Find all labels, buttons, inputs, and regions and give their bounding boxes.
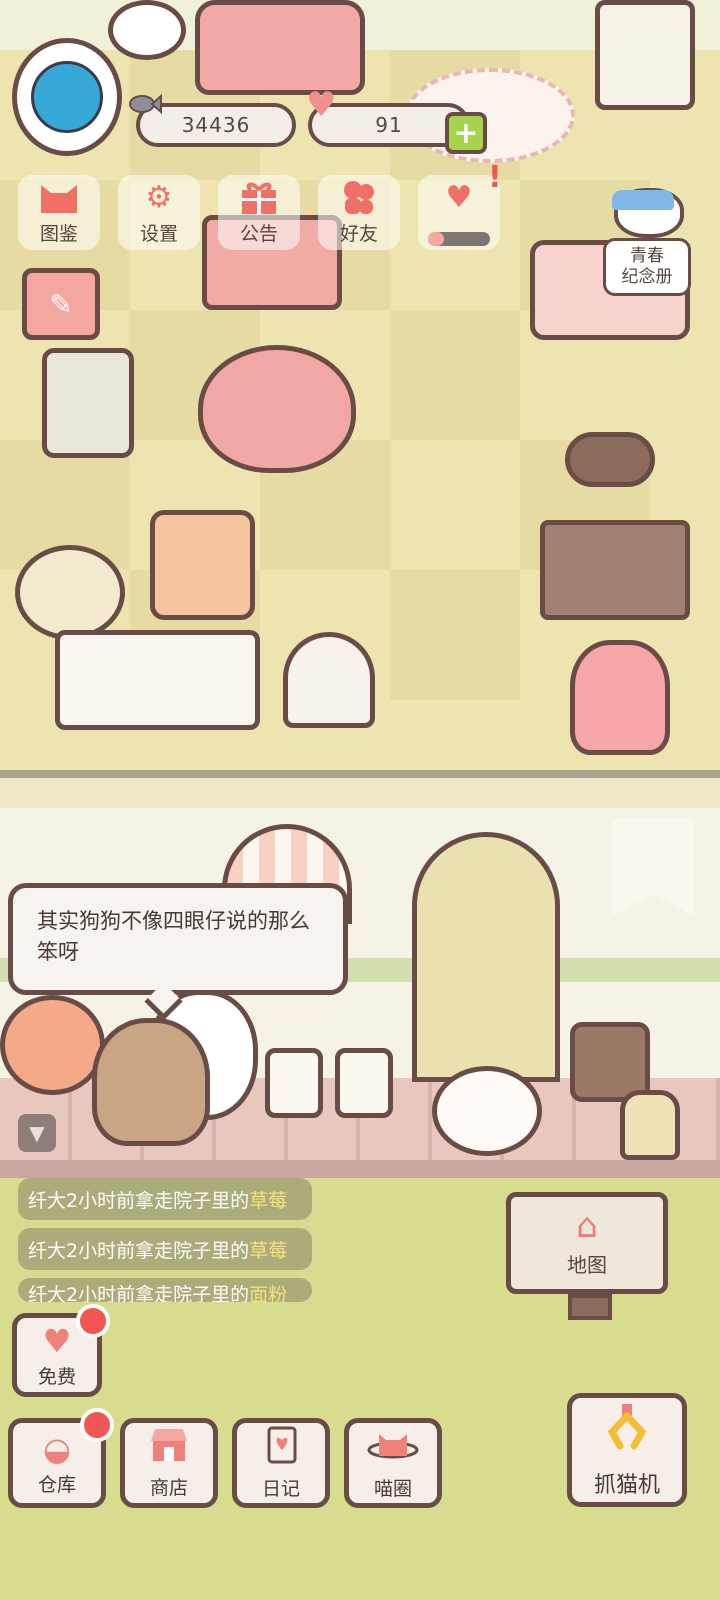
memorial-book-button[interactable]: 青春 纪念册: [603, 238, 691, 296]
player-avatar[interactable]: [12, 38, 122, 156]
flower-basket[interactable]: [15, 545, 125, 640]
room-divider: [0, 770, 720, 778]
floor-tile: [390, 310, 520, 440]
dialogue-text: 其实狗狗不像四眼仔说的那么笨呀: [37, 909, 310, 964]
friends-icon: [336, 177, 382, 217]
paw-doormat[interactable]: [432, 1066, 542, 1156]
orange-flowers[interactable]: [0, 995, 105, 1095]
announcement-label: 公告: [239, 223, 278, 245]
bean-bag[interactable]: [198, 345, 356, 473]
pencil-icon: ✎: [49, 287, 73, 321]
dialogue-bubble[interactable]: 其实狗狗不像四眼仔说的那么笨呀: [8, 883, 348, 995]
dessert-table[interactable]: [55, 630, 260, 730]
activity-log-item: 纤大2小时前拿走院子里的 草莓: [18, 1178, 312, 1220]
arched-door[interactable]: [412, 832, 560, 1082]
memorial-line2: 纪念册: [621, 267, 673, 287]
notebook-icon: [263, 1426, 299, 1472]
log-item-name: 面粉: [249, 1284, 288, 1302]
umbrella-stand-yellow[interactable]: [265, 1048, 323, 1118]
claw-icon: [602, 1402, 652, 1465]
heart-count: 91: [375, 113, 403, 137]
bunny-cat[interactable]: [108, 0, 186, 60]
log-text: 纤大2小时前拿走院子里的: [28, 1284, 250, 1302]
map-button[interactable]: ⌂ 地图: [506, 1192, 668, 1294]
log-text: 纤大2小时前拿走院子里的: [28, 1189, 250, 1212]
cat-face-icon: [36, 177, 82, 217]
fish-count: 34436: [181, 113, 251, 137]
memorial-line1: 青春: [630, 246, 664, 266]
chat-toggle-button[interactable]: ▼: [18, 1114, 56, 1152]
diary-button[interactable]: 日记: [232, 1418, 330, 1508]
activity-log-item: 纤大2小时前拿走院子里的 草莓: [18, 1228, 312, 1270]
trash-can[interactable]: [42, 348, 134, 458]
gear-icon: ⚙: [145, 179, 173, 215]
striped-chair[interactable]: [150, 510, 255, 620]
log-item-name: 草莓: [249, 1239, 288, 1262]
cafe-chair[interactable]: [565, 432, 655, 487]
pink-sofa[interactable]: [195, 0, 365, 95]
shop-icon: [149, 1427, 189, 1471]
heart-exclaim-icon: ♥: [445, 179, 473, 215]
chevron-down-icon: ▼: [29, 1121, 45, 1145]
coffee-table[interactable]: [540, 520, 690, 620]
house-icon: ⌂: [576, 1205, 598, 1246]
alert-icon: !: [488, 160, 502, 195]
broom[interactable]: [620, 1090, 680, 1160]
activity-log-item: 纤大2小时前拿走院子里的 面粉: [18, 1278, 312, 1302]
gift-icon: [236, 177, 282, 217]
announcement-button[interactable]: 公告: [218, 175, 300, 250]
free-label: 免费: [37, 1365, 76, 1388]
claw-machine-button[interactable]: 抓猫机: [567, 1393, 687, 1507]
heart-box-icon: ♥: [42, 1321, 72, 1360]
cat-circle-button[interactable]: 喵圈: [344, 1418, 442, 1508]
map-label: 地图: [567, 1252, 607, 1277]
water-cooler[interactable]: [595, 0, 695, 110]
room-gap: [0, 778, 720, 808]
friends-button[interactable]: 好友: [318, 175, 400, 250]
shop-label: 商店: [149, 1476, 188, 1499]
heart-progress-fill: [428, 232, 444, 246]
warehouse-label: 仓库: [37, 1473, 76, 1496]
box-icon: ◒: [43, 1429, 71, 1468]
friends-label: 好友: [339, 223, 378, 245]
log-item-name: 草莓: [249, 1189, 288, 1212]
cake-dome[interactable]: [283, 632, 375, 728]
add-hearts-button[interactable]: +: [445, 112, 487, 154]
shop-button[interactable]: 商店: [120, 1418, 218, 1508]
siamese-cat[interactable]: [92, 1018, 210, 1146]
cat-planet-icon: [367, 1426, 419, 1472]
porch-edge: [0, 1160, 720, 1178]
cat-circle-label: 喵圈: [373, 1477, 412, 1500]
settings-button[interactable]: ⚙ 设置: [118, 175, 200, 250]
edit-room-button[interactable]: ✎: [22, 268, 100, 340]
diary-label: 日记: [261, 1477, 300, 1500]
fish-icon: [128, 92, 162, 121]
notification-badge: [76, 1304, 110, 1338]
heart-icon: ♥: [306, 85, 337, 125]
collection-button[interactable]: 图鉴: [18, 175, 100, 250]
avatar-image: [31, 61, 103, 133]
umbrella-stand-blue[interactable]: [335, 1048, 393, 1118]
sailor-hat: [612, 190, 674, 210]
collection-label: 图鉴: [39, 223, 78, 245]
sign-post: [568, 1294, 612, 1320]
notification-badge: [80, 1408, 114, 1442]
settings-label: 设置: [139, 223, 178, 245]
floor-tile: [390, 570, 520, 700]
claw-machine-label: 抓猫机: [593, 1472, 660, 1498]
flower-pot[interactable]: [570, 640, 670, 755]
log-text: 纤大2小时前拿走院子里的: [28, 1239, 250, 1262]
plus-icon: +: [453, 115, 479, 151]
